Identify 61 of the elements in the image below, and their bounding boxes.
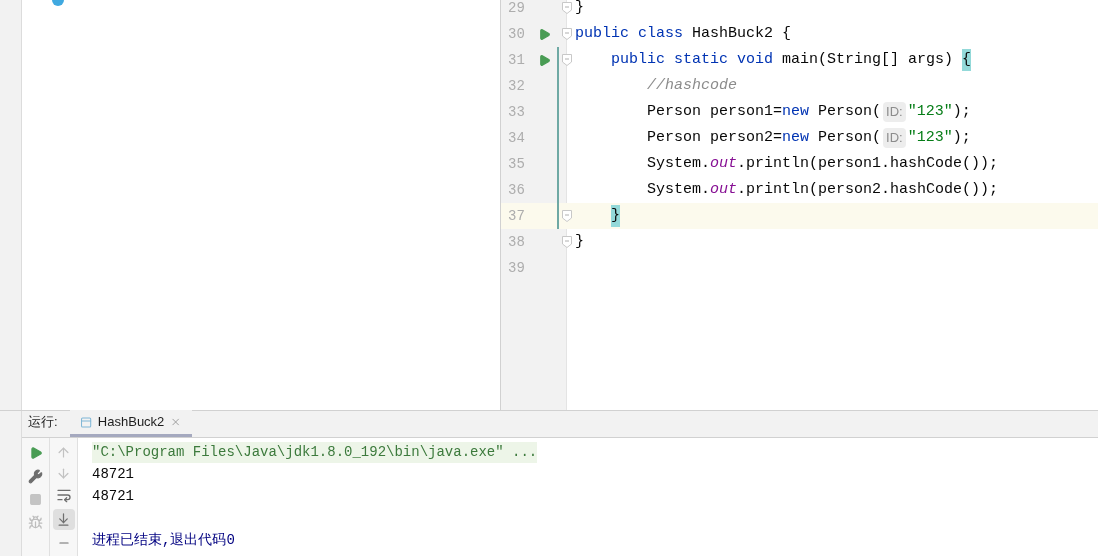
code-token: Person person1= <box>646 101 783 122</box>
console-line: 进程已结束,退出代码0 <box>92 530 235 550</box>
code-token: main(String[] args) <box>782 49 955 70</box>
fold-marker-icon[interactable] <box>562 236 572 248</box>
code-token: public static void <box>610 49 775 70</box>
code-token: new <box>782 101 811 122</box>
line-number: 31 <box>508 50 526 70</box>
code-token: } <box>575 0 584 18</box>
code-token: { <box>962 48 972 72</box>
panel-label: 运行: <box>28 412 58 431</box>
bug-icon[interactable] <box>28 515 43 530</box>
code-token: System. <box>646 153 711 174</box>
line-number: 34 <box>508 128 526 148</box>
fold-marker-icon[interactable] <box>562 54 572 66</box>
soft-wrap-icon[interactable] <box>55 487 72 503</box>
run-icon[interactable] <box>538 53 551 67</box>
code-token: new <box>782 127 811 148</box>
console-line: 48721 <box>92 464 134 484</box>
run-tab[interactable]: HashBuck2 <box>69 410 192 437</box>
rerun-icon[interactable] <box>28 446 43 460</box>
close-icon[interactable] <box>170 416 182 428</box>
code-token: Person( <box>818 127 882 148</box>
code-token: //hashcode <box>646 75 738 96</box>
parameter-hint: ID: <box>883 128 906 148</box>
console-line: 48721 <box>92 486 134 506</box>
line-number: 35 <box>508 154 526 174</box>
code-token: Person( <box>818 101 882 122</box>
code-token: Person person2= <box>646 127 783 148</box>
fold-marker-icon[interactable] <box>562 28 572 40</box>
scroll-to-end-button[interactable] <box>52 509 75 530</box>
code-token: } <box>611 204 621 228</box>
stop-icon[interactable] <box>29 493 42 506</box>
line-number: 38 <box>508 232 526 252</box>
fold-marker-icon[interactable] <box>562 210 572 222</box>
wrench-icon[interactable] <box>28 469 43 484</box>
line-number: 33 <box>508 102 526 122</box>
code-token: out <box>710 153 738 174</box>
code-token: ); <box>952 127 971 148</box>
up-arrow-icon[interactable] <box>56 445 71 460</box>
line-number: 29 <box>508 0 526 18</box>
line-number: 39 <box>508 258 526 278</box>
code-token: } <box>575 231 584 252</box>
code-token: .println(person1.hashCode()); <box>737 153 999 174</box>
code-token: "123" <box>907 101 953 122</box>
code-token: public class <box>575 23 685 44</box>
code-token: .println(person2.hashCode()); <box>737 179 999 200</box>
line-number: 32 <box>508 76 526 96</box>
run-icon[interactable] <box>538 27 551 41</box>
code-token: "123" <box>907 127 953 148</box>
code-token: System. <box>646 179 711 200</box>
line-number: 30 <box>508 24 526 44</box>
parameter-hint: ID: <box>883 102 906 122</box>
down-arrow-icon[interactable] <box>56 466 71 481</box>
scroll-to-end-icon <box>56 512 71 527</box>
code-token: HashBuck2 { <box>692 23 792 44</box>
fold-marker-icon[interactable] <box>562 2 572 14</box>
code-token: out <box>710 179 738 200</box>
console-tab-icon <box>79 415 92 429</box>
line-number: 36 <box>508 180 526 200</box>
line-number: 37 <box>508 206 526 226</box>
code-token: ); <box>952 101 971 122</box>
